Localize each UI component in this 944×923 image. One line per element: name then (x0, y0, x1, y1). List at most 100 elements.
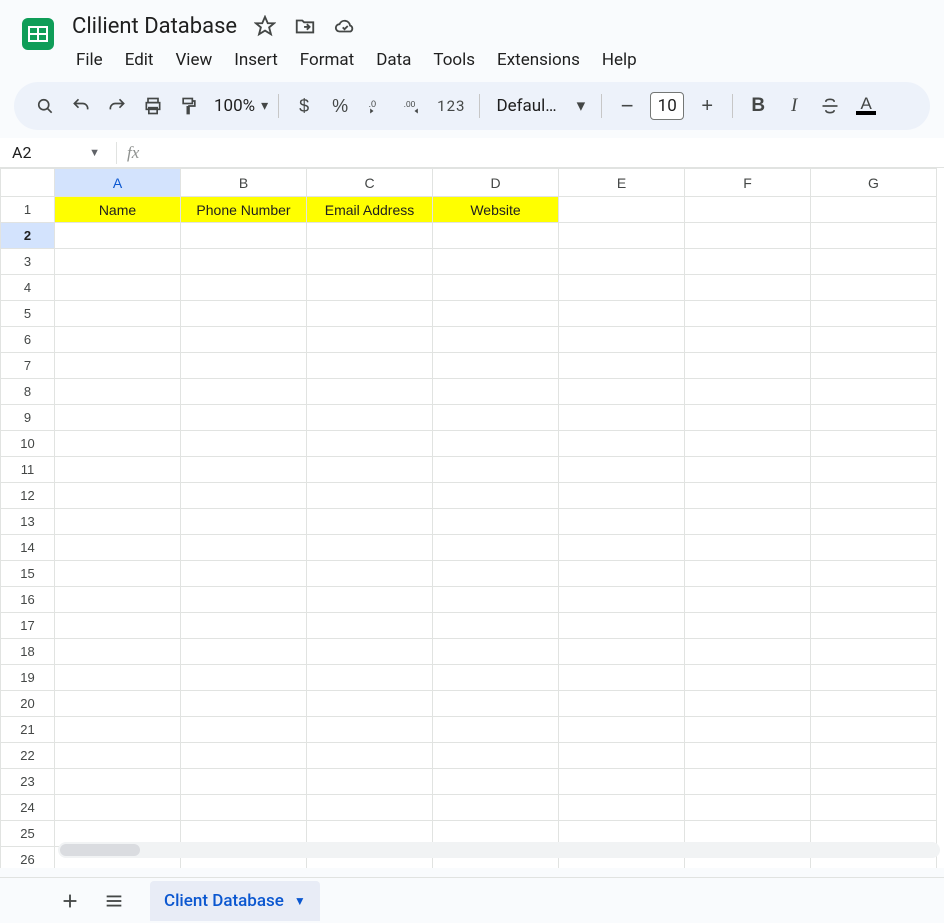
cell-A23[interactable] (55, 769, 181, 795)
cell-D19[interactable] (433, 665, 559, 691)
zoom-select[interactable]: 100% ▾ (208, 96, 270, 116)
cell-B14[interactable] (181, 535, 307, 561)
cell-D14[interactable] (433, 535, 559, 561)
menu-tools[interactable]: Tools (423, 46, 485, 74)
cell-B15[interactable] (181, 561, 307, 587)
cell-C19[interactable] (307, 665, 433, 691)
cell-E14[interactable] (559, 535, 685, 561)
cell-F10[interactable] (685, 431, 811, 457)
cell-B18[interactable] (181, 639, 307, 665)
row-header-22[interactable]: 22 (1, 743, 55, 769)
add-sheet-icon[interactable] (50, 881, 90, 921)
row-header-15[interactable]: 15 (1, 561, 55, 587)
cell-C5[interactable] (307, 301, 433, 327)
horizontal-scrollbar[interactable] (58, 842, 940, 858)
scrollbar-thumb[interactable] (60, 844, 140, 856)
cell-F1[interactable] (685, 197, 811, 223)
cell-A16[interactable] (55, 587, 181, 613)
document-title[interactable]: Clilient Database (66, 12, 243, 41)
row-header-7[interactable]: 7 (1, 353, 55, 379)
menu-insert[interactable]: Insert (224, 46, 288, 74)
cell-A21[interactable] (55, 717, 181, 743)
cell-D10[interactable] (433, 431, 559, 457)
cell-B16[interactable] (181, 587, 307, 613)
cell-B3[interactable] (181, 249, 307, 275)
undo-icon[interactable] (64, 89, 98, 123)
row-header-14[interactable]: 14 (1, 535, 55, 561)
name-box[interactable]: A2 ▼ (10, 143, 106, 162)
row-header-16[interactable]: 16 (1, 587, 55, 613)
row-header-19[interactable]: 19 (1, 665, 55, 691)
cell-B1[interactable]: Phone Number (181, 197, 307, 223)
cell-C24[interactable] (307, 795, 433, 821)
cloud-check-icon[interactable] (327, 8, 363, 44)
cell-E1[interactable] (559, 197, 685, 223)
cell-B17[interactable] (181, 613, 307, 639)
cell-D22[interactable] (433, 743, 559, 769)
cell-E7[interactable] (559, 353, 685, 379)
row-header-24[interactable]: 24 (1, 795, 55, 821)
cell-D2[interactable] (433, 223, 559, 249)
cell-G7[interactable] (811, 353, 937, 379)
cell-A5[interactable] (55, 301, 181, 327)
cell-F22[interactable] (685, 743, 811, 769)
cell-D15[interactable] (433, 561, 559, 587)
redo-icon[interactable] (100, 89, 134, 123)
cell-G11[interactable] (811, 457, 937, 483)
row-header-1[interactable]: 1 (1, 197, 55, 223)
cell-C14[interactable] (307, 535, 433, 561)
column-header-C[interactable]: C (307, 169, 433, 197)
cell-C12[interactable] (307, 483, 433, 509)
cell-B22[interactable] (181, 743, 307, 769)
cell-A12[interactable] (55, 483, 181, 509)
column-header-E[interactable]: E (559, 169, 685, 197)
cell-F15[interactable] (685, 561, 811, 587)
cell-B11[interactable] (181, 457, 307, 483)
select-all-corner[interactable] (1, 169, 55, 197)
cell-C2[interactable] (307, 223, 433, 249)
cell-F9[interactable] (685, 405, 811, 431)
cell-G16[interactable] (811, 587, 937, 613)
cell-C11[interactable] (307, 457, 433, 483)
column-header-G[interactable]: G (811, 169, 937, 197)
cell-D6[interactable] (433, 327, 559, 353)
cell-E11[interactable] (559, 457, 685, 483)
cell-G24[interactable] (811, 795, 937, 821)
cell-G12[interactable] (811, 483, 937, 509)
cell-C23[interactable] (307, 769, 433, 795)
cell-C15[interactable] (307, 561, 433, 587)
sheets-logo-icon[interactable] (18, 14, 58, 54)
cell-C22[interactable] (307, 743, 433, 769)
formula-input[interactable] (147, 138, 944, 167)
cell-D12[interactable] (433, 483, 559, 509)
cell-E9[interactable] (559, 405, 685, 431)
percent-icon[interactable]: % (323, 89, 357, 123)
cell-E12[interactable] (559, 483, 685, 509)
cell-G4[interactable] (811, 275, 937, 301)
row-header-4[interactable]: 4 (1, 275, 55, 301)
cell-B4[interactable] (181, 275, 307, 301)
menu-view[interactable]: View (165, 46, 222, 74)
cell-B5[interactable] (181, 301, 307, 327)
cell-E16[interactable] (559, 587, 685, 613)
cell-A7[interactable] (55, 353, 181, 379)
cell-A8[interactable] (55, 379, 181, 405)
cell-E15[interactable] (559, 561, 685, 587)
cell-D21[interactable] (433, 717, 559, 743)
cell-E22[interactable] (559, 743, 685, 769)
cell-B9[interactable] (181, 405, 307, 431)
cell-D7[interactable] (433, 353, 559, 379)
cell-C4[interactable] (307, 275, 433, 301)
cell-E3[interactable] (559, 249, 685, 275)
cell-D16[interactable] (433, 587, 559, 613)
cell-E6[interactable] (559, 327, 685, 353)
cell-E19[interactable] (559, 665, 685, 691)
cell-A11[interactable] (55, 457, 181, 483)
search-icon[interactable] (28, 89, 62, 123)
cell-D24[interactable] (433, 795, 559, 821)
row-header-5[interactable]: 5 (1, 301, 55, 327)
cell-F21[interactable] (685, 717, 811, 743)
cell-A9[interactable] (55, 405, 181, 431)
cell-E10[interactable] (559, 431, 685, 457)
cell-F14[interactable] (685, 535, 811, 561)
